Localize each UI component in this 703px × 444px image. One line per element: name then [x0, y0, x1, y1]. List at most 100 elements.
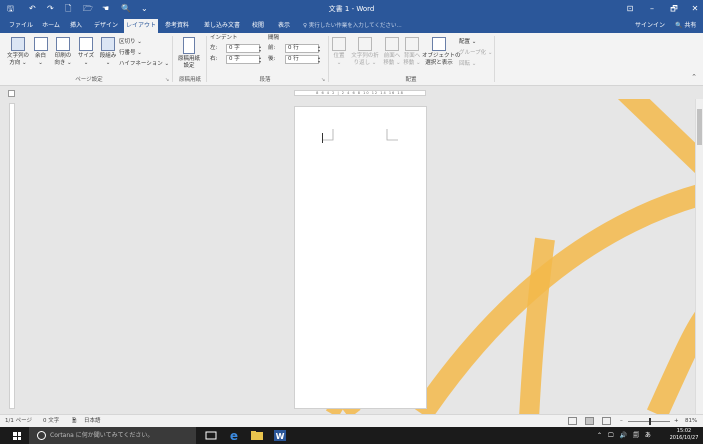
space-after-input[interactable]: 0 行 [285, 55, 319, 64]
line-numbers-button[interactable]: 行番号 ⌄ [119, 49, 142, 57]
group-separator [328, 36, 329, 82]
orange-vertical-stroke [519, 237, 555, 414]
columns-button[interactable]: 段組み ⌄ [99, 37, 117, 67]
tab-review[interactable]: 校閲 [250, 19, 266, 33]
tab-file[interactable]: ファイル [7, 19, 35, 33]
bring-forward-icon [385, 37, 399, 51]
document-canvas[interactable] [17, 99, 703, 414]
read-mode-button[interactable] [568, 417, 577, 425]
spacing-title: 間隔 [268, 35, 280, 41]
margins-icon [33, 37, 48, 51]
group-separator [172, 36, 173, 82]
columns-icon [101, 37, 115, 51]
indent-right-spinner-icon[interactable]: ▴ ▾ [259, 56, 261, 64]
text-direction-button[interactable]: 文字列の 方向 ⌄ [7, 37, 29, 67]
rotate-button[interactable]: 回転 ⌄ [459, 60, 476, 68]
maximize-button[interactable]: 🗗 [667, 3, 681, 15]
signin-link[interactable]: サインイン [635, 19, 665, 33]
word-count[interactable]: 0 文字 [43, 415, 59, 427]
clock-date: 2016/10/27 [669, 435, 699, 441]
group-button[interactable]: グループ化 ⌄ [459, 49, 493, 57]
language-indicator[interactable]: 日本語 [84, 415, 101, 427]
cortana-placeholder: Cortana に何か聞いてみてください。 [50, 432, 154, 439]
text-cursor [322, 133, 323, 143]
margins-button[interactable]: 余白 ⌄ [33, 37, 48, 67]
arrange-group-label: 配置 [405, 77, 417, 83]
indent-left-spinner-icon[interactable]: ▴ ▾ [259, 45, 261, 53]
windows-logo-icon [13, 432, 21, 440]
page-count[interactable]: 1/1 ページ [5, 415, 32, 427]
genko-settings-button[interactable]: 原稿用紙 設定 [176, 37, 202, 70]
text-direction-label: 文字列の 方向 ⌄ [7, 53, 30, 66]
space-before-label: 前: [268, 45, 276, 51]
horizontal-ruler[interactable]: 8 6 4 2 | 2 4 6 8 10 12 14 16 18 [294, 90, 426, 96]
breaks-button[interactable]: 区切り ⌄ [119, 38, 142, 46]
document-page[interactable] [294, 106, 427, 409]
print-layout-button[interactable] [585, 417, 594, 425]
text-direction-icon [11, 37, 25, 51]
cortana-icon [37, 431, 46, 440]
indent-left-label: 左: [210, 45, 218, 51]
bring-forward-label: 前面へ 移動 ⌄ [383, 53, 401, 66]
document-title: 文書 1 - Word [328, 5, 375, 13]
tab-layout[interactable]: レイアウト [124, 19, 158, 33]
indent-right-input[interactable]: 0 字 [226, 55, 260, 64]
minimize-button[interactable]: – [645, 3, 659, 15]
indent-left-input[interactable]: 0 字 [226, 44, 260, 53]
system-tray[interactable]: ⌃ 🖵 🔊 🗐 あ [597, 427, 653, 444]
bring-forward-button[interactable]: 前面へ 移動 ⌄ [383, 37, 401, 67]
space-before-input[interactable]: 0 行 [285, 44, 319, 53]
close-button[interactable]: ✕ [688, 3, 702, 15]
page-setup-launcher-icon[interactable]: ↘ [165, 77, 169, 83]
share-button[interactable]: 🔍 共有 [675, 19, 696, 33]
indent-right-label: 右: [210, 56, 218, 62]
scrollbar-thumb[interactable] [697, 109, 702, 145]
wrap-text-button[interactable]: 文字列の折 り返し ⌄ [350, 37, 380, 67]
zoom-slider-thumb[interactable] [649, 418, 651, 425]
tell-me-search[interactable]: ♀ 実行したい作業を入力してください... [303, 21, 402, 31]
tab-view[interactable]: 表示 [276, 19, 292, 33]
tab-insert[interactable]: 挿入 [66, 19, 86, 33]
page-setup-group-label: ページ設定 [75, 77, 103, 83]
size-button[interactable]: サイズ ⌄ [77, 37, 95, 67]
position-label: 位置 ⌄ [333, 53, 345, 66]
collapse-ribbon-icon[interactable]: ⌃ [691, 73, 697, 81]
vertical-scrollbar[interactable] [695, 99, 703, 414]
tab-home[interactable]: ホーム [38, 19, 64, 33]
clock[interactable]: 15:02 2016/10/27 [667, 428, 701, 442]
tab-references[interactable]: 参考資料 [163, 19, 191, 33]
tab-mailings[interactable]: 差し込み文書 [202, 19, 242, 33]
proofing-icon[interactable]: 🗎 [72, 415, 76, 427]
paragraph-launcher-icon[interactable]: ↘ [321, 77, 325, 83]
tab-design[interactable]: デザイン [92, 19, 120, 33]
space-after-label: 後: [268, 56, 276, 62]
zoom-in-button[interactable]: + [674, 415, 679, 427]
vertical-ruler[interactable] [9, 103, 15, 409]
orientation-icon [56, 37, 70, 51]
edge-browser-icon[interactable]: e [228, 430, 240, 441]
web-layout-button[interactable] [602, 417, 611, 425]
cortana-search-box[interactable]: Cortana に何か聞いてみてください。 [29, 427, 196, 444]
word-app-icon[interactable]: W [274, 430, 286, 441]
wrap-text-label: 文字列の折 り返し ⌄ [351, 53, 379, 66]
hyphenation-button[interactable]: ハイフネーション ⌄ [119, 60, 169, 68]
group-separator [494, 36, 495, 82]
selection-pane-button[interactable]: オブジェクトの 選択と表示 [422, 37, 461, 67]
task-view-icon[interactable] [205, 430, 217, 441]
space-after-spinner-icon[interactable]: ▴ ▾ [318, 56, 320, 64]
position-icon [332, 37, 346, 51]
zoom-out-button[interactable]: – [620, 415, 623, 427]
orange-diagonal-stroke [617, 99, 703, 181]
start-button[interactable] [0, 427, 28, 444]
position-button[interactable]: 位置 ⌄ [332, 37, 346, 67]
zoom-level[interactable]: 81% [685, 415, 697, 427]
tab-selector-button[interactable] [8, 90, 15, 97]
wrap-text-icon [358, 37, 372, 51]
ribbon-display-options-button[interactable]: ⊡ [623, 3, 637, 15]
align-button[interactable]: 配置 ⌄ [459, 38, 476, 46]
space-before-spinner-icon[interactable]: ▴ ▾ [318, 45, 320, 53]
orientation-button[interactable]: 印刷の 向き ⌄ [53, 37, 73, 67]
ribbon-tabs: ファイル ホーム 挿入 デザイン レイアウト 参考資料 差し込み文書 校閲 表示… [0, 19, 703, 33]
file-explorer-icon[interactable] [251, 430, 263, 441]
send-backward-button[interactable]: 背面へ 移動 ⌄ [403, 37, 421, 67]
